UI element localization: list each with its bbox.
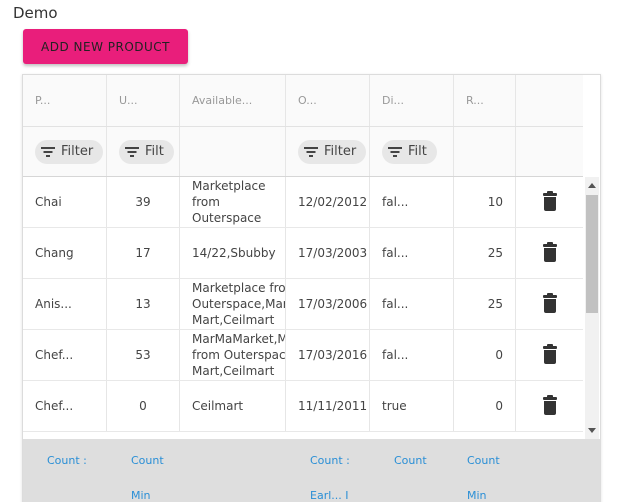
aggregate-discontinued-count: Count — [394, 454, 427, 467]
aggregate-reorder-count: Count — [467, 454, 500, 467]
cell-discontinued[interactable]: fal... — [370, 279, 454, 329]
cell-reorder[interactable]: 0 — [454, 330, 516, 380]
scroll-down-arrow-icon[interactable] — [588, 428, 596, 433]
trash-icon[interactable] — [542, 191, 557, 211]
cell-product[interactable]: Chai — [23, 177, 107, 227]
trash-icon[interactable] — [542, 293, 557, 313]
cell-available[interactable]: Marketplace from Outerspace — [180, 177, 286, 227]
filter-icon — [41, 146, 55, 157]
cell-available[interactable]: MarMaMarket,Marketplace from Outerspace,… — [180, 330, 286, 380]
table-row[interactable]: Chai 39 Marketplace from Outerspace 12/0… — [23, 177, 583, 228]
cell-order-date[interactable]: 12/02/2012 — [286, 177, 370, 227]
cell-product[interactable]: Chef... — [23, 381, 107, 431]
filter-chip-product[interactable]: Filter — [35, 139, 104, 164]
grid-body: Chai 39 Marketplace from Outerspace 12/0… — [23, 177, 583, 439]
cell-units[interactable]: 17 — [107, 228, 180, 278]
cell-reorder[interactable]: 0 — [454, 381, 516, 431]
cell-discontinued[interactable]: fal... — [370, 177, 454, 227]
trash-icon[interactable] — [542, 344, 557, 364]
filter-chip-order-date[interactable]: Filter — [298, 139, 367, 164]
cell-units[interactable]: 53 — [107, 330, 180, 380]
cell-order-date[interactable]: 11/11/2011 — [286, 381, 370, 431]
cell-product[interactable]: Chang — [23, 228, 107, 278]
column-header-discontinued[interactable]: Di... — [370, 75, 454, 126]
cell-reorder[interactable]: 25 — [454, 279, 516, 329]
filter-chip-label: Filt — [145, 144, 164, 159]
filter-chip-label: Filt — [408, 144, 427, 159]
table-row[interactable]: Chef... 0 Ceilmart 11/11/2011 true 0 — [23, 381, 583, 432]
filter-icon — [304, 146, 318, 157]
cell-product[interactable]: Anis... — [23, 279, 107, 329]
column-header-product[interactable]: P... — [23, 75, 107, 126]
aggregate-product-count: Count : — [47, 454, 87, 467]
cell-product[interactable]: Chef... — [23, 330, 107, 380]
cell-units[interactable]: 13 — [107, 279, 180, 329]
aggregate-reorder-min: Min — [467, 489, 487, 502]
scroll-up-arrow-icon[interactable] — [588, 183, 596, 188]
filter-cell-order-date: Filter — [286, 127, 370, 176]
column-header-reorder[interactable]: R... — [454, 75, 516, 126]
table-row[interactable]: Anis... 13 Marketplace from Outerspace,M… — [23, 279, 583, 330]
filter-cell-reorder — [454, 127, 516, 176]
column-header-units[interactable]: U... — [107, 75, 180, 126]
cell-order-date[interactable]: 17/03/2003 — [286, 228, 370, 278]
cell-order-date[interactable]: 17/03/2016 — [286, 330, 370, 380]
cell-actions — [516, 330, 583, 380]
filter-chip-label: Filter — [61, 144, 94, 159]
filter-cell-units: Filt — [107, 127, 180, 176]
aggregate-units-count: Count — [131, 454, 164, 467]
aggregate-units-min: Min — [131, 489, 151, 502]
filter-cell-product: Filter — [23, 127, 107, 176]
filter-chip-units[interactable]: Filt — [119, 139, 174, 164]
cell-actions — [516, 279, 583, 329]
cell-actions — [516, 228, 583, 278]
filter-cell-available — [180, 127, 286, 176]
scroll-thumb[interactable] — [586, 195, 598, 313]
grid-header: P... U... Available... O... Di... R... — [23, 75, 583, 127]
filter-icon — [388, 146, 402, 157]
cell-units[interactable]: 0 — [107, 381, 180, 431]
filter-cell-discontinued: Filt — [370, 127, 454, 176]
cell-actions — [516, 381, 583, 431]
cell-units[interactable]: 39 — [107, 177, 180, 227]
filter-chip-discontinued[interactable]: Filt — [382, 139, 437, 164]
column-header-actions — [516, 75, 583, 126]
aggregate-date-count: Count : — [310, 454, 350, 467]
page-title: Demo — [13, 4, 58, 22]
filter-icon — [125, 146, 139, 157]
grid-footer-aggregates: Count : Count Min Count : Earl... I Coun… — [23, 439, 600, 502]
column-header-available[interactable]: Available... — [180, 75, 286, 126]
cell-reorder[interactable]: 25 — [454, 228, 516, 278]
trash-icon[interactable] — [542, 242, 557, 262]
cell-available[interactable]: Ceilmart — [180, 381, 286, 431]
aggregate-date-earliest: Earl... I — [310, 489, 349, 502]
filter-cell-actions — [516, 127, 583, 176]
table-row[interactable]: Chef... 53 MarMaMarket,Marketplace from … — [23, 330, 583, 381]
trash-icon[interactable] — [542, 395, 557, 415]
add-new-product-button[interactable]: ADD NEW PRODUCT — [23, 29, 188, 64]
cell-discontinued[interactable]: fal... — [370, 330, 454, 380]
grid-filter-row: Filter Filt Filter Filt — [23, 127, 583, 177]
cell-discontinued[interactable]: true — [370, 381, 454, 431]
filter-chip-label: Filter — [324, 144, 357, 159]
cell-reorder[interactable]: 10 — [454, 177, 516, 227]
vertical-scrollbar[interactable] — [585, 177, 599, 439]
cell-available[interactable]: 14/22,Sbubby — [180, 228, 286, 278]
cell-discontinued[interactable]: fal... — [370, 228, 454, 278]
column-header-order-date[interactable]: O... — [286, 75, 370, 126]
cell-order-date[interactable]: 17/03/2006 — [286, 279, 370, 329]
cell-actions — [516, 177, 583, 227]
table-row[interactable]: Chang 17 14/22,Sbubby 17/03/2003 fal... … — [23, 228, 583, 279]
cell-available[interactable]: Marketplace from Outerspace,Markt Mart,C… — [180, 279, 286, 329]
product-grid: P... U... Available... O... Di... R... F… — [22, 74, 601, 502]
